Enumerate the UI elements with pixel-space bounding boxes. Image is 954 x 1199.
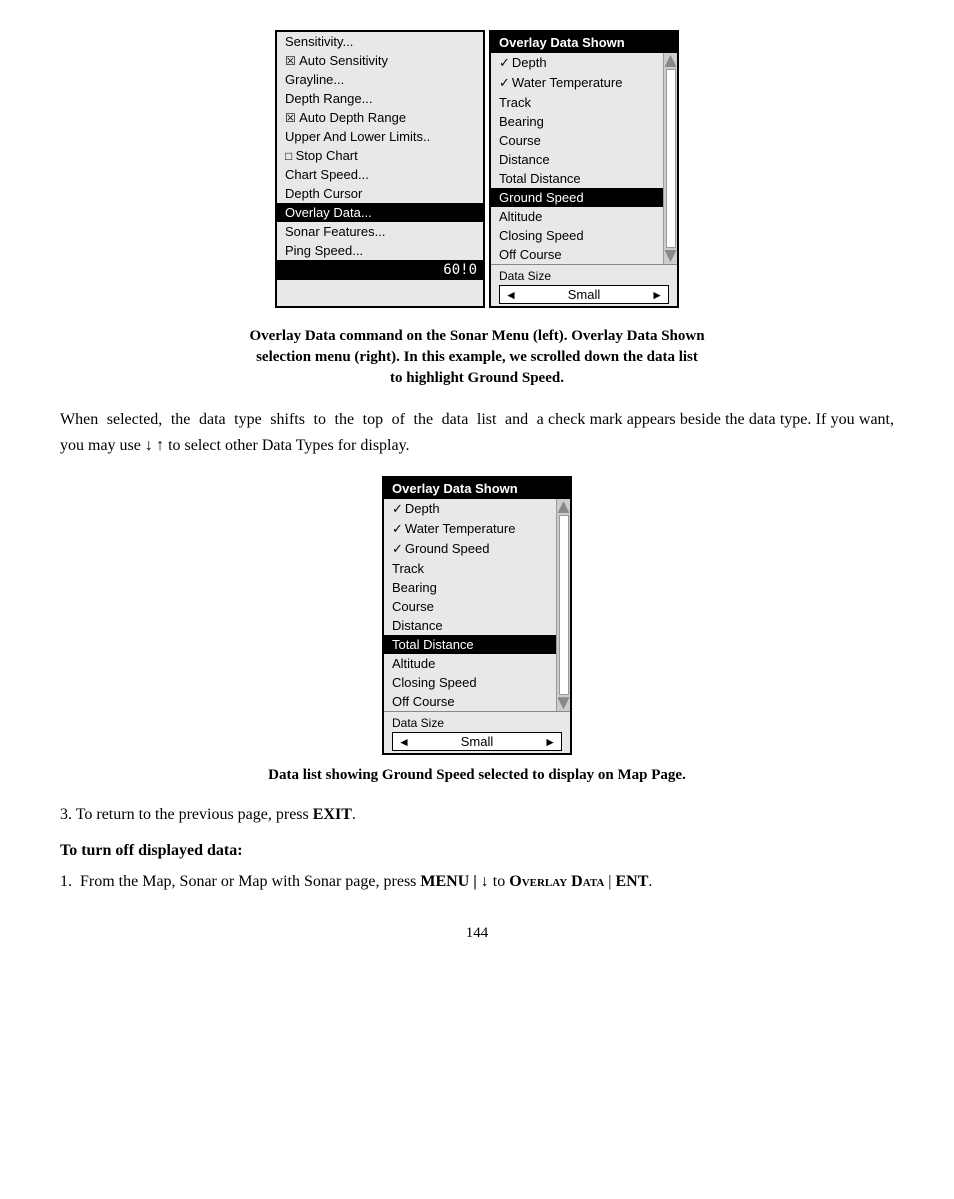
overlay-item-bearing-second[interactable]: Bearing xyxy=(384,578,556,597)
data-size-value-top: Small xyxy=(522,286,646,303)
scroll-down-top[interactable] xyxy=(665,250,677,262)
overlay-item-ground-speed-second[interactable]: Ground Speed xyxy=(384,539,556,559)
data-size-left-arrow-second[interactable]: ◄ xyxy=(393,734,415,750)
overlay-menu-second: Overlay Data Shown Depth Water Temperatu… xyxy=(382,476,572,755)
top-menus-section: Sensitivity... Auto Sensitivity Grayline… xyxy=(60,30,894,308)
menu-item-depth-cursor[interactable]: Depth Cursor xyxy=(277,184,483,203)
overlay-item-ground-speed-top[interactable]: Ground Speed xyxy=(491,188,663,207)
step1-ent: ENT xyxy=(615,873,648,890)
menu-item-overlay-data[interactable]: Overlay Data... xyxy=(277,203,483,222)
menu-item-auto-sensitivity[interactable]: Auto Sensitivity xyxy=(277,51,483,70)
overlay-item-off-course-second[interactable]: Off Course xyxy=(384,692,556,711)
overlay-item-distance-top[interactable]: Distance xyxy=(491,150,663,169)
menu-item-stop-chart[interactable]: Stop Chart xyxy=(277,146,483,165)
overlay-item-depth-top[interactable]: Depth xyxy=(491,53,663,73)
data-size-control-top[interactable]: ◄ Small ► xyxy=(499,285,669,304)
page-number: 144 xyxy=(60,925,894,942)
overlay-item-total-dist-second[interactable]: Total Distance xyxy=(384,635,556,654)
data-size-control-second[interactable]: ◄ Small ► xyxy=(392,732,562,751)
overlay-item-depth-second[interactable]: Depth xyxy=(384,499,556,519)
step3-text: 3. To return to the previous page, press… xyxy=(60,802,894,828)
menu-item-depth-range[interactable]: Depth Range... xyxy=(277,89,483,108)
data-size-value-second: Small xyxy=(415,733,539,750)
scroll-up-second[interactable] xyxy=(558,501,570,513)
scroll-track-top xyxy=(666,69,676,248)
overlay-data-smallcaps: Overlay Data xyxy=(509,873,604,890)
scrollbar-second[interactable] xyxy=(556,499,570,711)
sonar-depth-value: 60!0 xyxy=(443,262,477,278)
scroll-up-top[interactable] xyxy=(665,55,677,67)
step1-text: 1. From the Map, Sonar or Map with Sonar… xyxy=(60,869,894,895)
overlay-title-second: Overlay Data Shown xyxy=(384,478,570,499)
menu-item-grayline[interactable]: Grayline... xyxy=(277,70,483,89)
step3-exit: EXIT xyxy=(313,806,352,823)
overlay-list-container-top: Depth Water Temperature Track Bearing Co… xyxy=(491,53,677,264)
data-size-right-arrow-top[interactable]: ► xyxy=(646,287,668,303)
scroll-track-second xyxy=(559,515,569,695)
menu-item-auto-depth-range[interactable]: Auto Depth Range xyxy=(277,108,483,127)
overlay-list-second: Depth Water Temperature Ground Speed Tra… xyxy=(384,499,556,711)
overlay-item-water-temp-second[interactable]: Water Temperature xyxy=(384,519,556,539)
data-size-section-second: Data Size ◄ Small ► xyxy=(384,711,570,753)
step1-overlay: Overlay Data xyxy=(509,873,604,890)
sonar-bottom-bar: 60!0 xyxy=(277,260,483,280)
overlay-item-track-second[interactable]: Track xyxy=(384,559,556,578)
menu-item-ping-speed[interactable]: Ping Speed... xyxy=(277,241,483,260)
overlay-item-altitude-top[interactable]: Altitude xyxy=(491,207,663,226)
body-paragraph: When selected, the data type shifts to t… xyxy=(60,407,894,458)
overlay-item-bearing-top[interactable]: Bearing xyxy=(491,112,663,131)
data-size-right-arrow-second[interactable]: ► xyxy=(539,734,561,750)
overlay-item-closing-speed-second[interactable]: Closing Speed xyxy=(384,673,556,692)
sonar-menu: Sensitivity... Auto Sensitivity Grayline… xyxy=(275,30,485,308)
overlay-item-altitude-second[interactable]: Altitude xyxy=(384,654,556,673)
overlay-item-off-course-top[interactable]: Off Course xyxy=(491,245,663,264)
menu-item-sensitivity[interactable]: Sensitivity... xyxy=(277,32,483,51)
turn-off-heading: To turn off displayed data: xyxy=(60,838,894,864)
overlay-item-track-top[interactable]: Track xyxy=(491,93,663,112)
overlay-title-top: Overlay Data Shown xyxy=(491,32,677,53)
overlay-menu-top: Overlay Data Shown Depth Water Temperatu… xyxy=(489,30,679,308)
overlay-item-distance-second[interactable]: Distance xyxy=(384,616,556,635)
data-size-label-second: Data Size xyxy=(392,716,562,730)
caption-second: Data list showing Ground Speed selected … xyxy=(60,767,894,784)
menu-item-upper-lower[interactable]: Upper And Lower Limits.. xyxy=(277,127,483,146)
overlay-item-total-dist-top[interactable]: Total Distance xyxy=(491,169,663,188)
overlay-item-water-temp-top[interactable]: Water Temperature xyxy=(491,73,663,93)
center-menu-container: Overlay Data Shown Depth Water Temperatu… xyxy=(60,476,894,755)
overlay-item-course-second[interactable]: Course xyxy=(384,597,556,616)
overlay-list-container-second: Depth Water Temperature Ground Speed Tra… xyxy=(384,499,570,711)
overlay-item-closing-speed-top[interactable]: Closing Speed xyxy=(491,226,663,245)
turn-off-heading-strong: To turn off displayed data: xyxy=(60,842,243,859)
scrollbar-top[interactable] xyxy=(663,53,677,264)
data-size-section-top: Data Size ◄ Small ► xyxy=(491,264,677,306)
scroll-down-second[interactable] xyxy=(558,697,570,709)
overlay-list-top: Depth Water Temperature Track Bearing Co… xyxy=(491,53,663,264)
menu-item-sonar-features[interactable]: Sonar Features... xyxy=(277,222,483,241)
caption-top: Overlay Data command on the Sonar Menu (… xyxy=(60,326,894,389)
data-size-label-top: Data Size xyxy=(499,269,669,283)
step1-menu: MENU | ↓ xyxy=(420,873,488,890)
menu-item-chart-speed[interactable]: Chart Speed... xyxy=(277,165,483,184)
data-size-left-arrow-top[interactable]: ◄ xyxy=(500,287,522,303)
overlay-item-course-top[interactable]: Course xyxy=(491,131,663,150)
